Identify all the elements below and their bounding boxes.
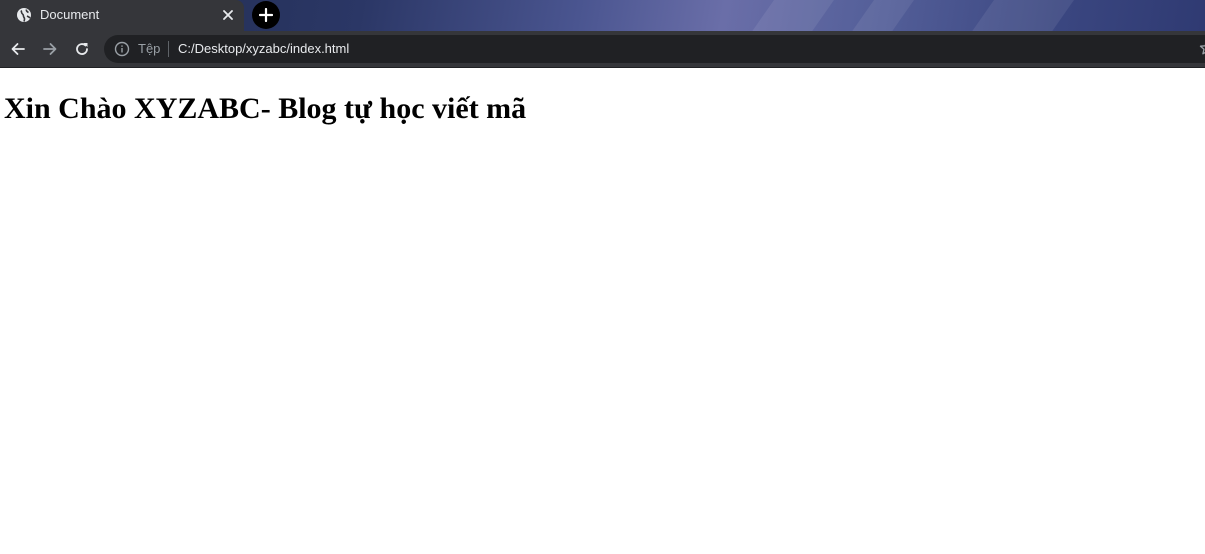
back-button[interactable] (8, 39, 28, 59)
info-icon[interactable] (114, 41, 130, 57)
globe-icon (16, 7, 32, 23)
close-icon[interactable] (219, 6, 237, 24)
site-scheme-label[interactable]: Tệp (138, 41, 160, 57)
forward-button[interactable] (40, 39, 60, 59)
new-tab-button[interactable] (252, 1, 280, 29)
background-streak (738, 0, 842, 31)
address-divider (168, 41, 169, 57)
tab-strip: Document (0, 0, 1205, 31)
reload-button[interactable] (72, 39, 92, 59)
address-bar[interactable]: Tệp C:/Desktop/xyzabc/index.html (104, 35, 1205, 63)
browser-window: Document Tệp C:/Desktop/xyzabc/index.htm… (0, 0, 1205, 554)
tab-document[interactable]: Document (0, 0, 244, 31)
reload-icon (74, 41, 90, 57)
star-icon[interactable] (1199, 40, 1205, 56)
arrow-left-icon (10, 41, 26, 57)
plus-icon (259, 8, 273, 22)
page-viewport: Xin Chào XYZABC- Blog tự học viết mã (0, 68, 1205, 554)
background-streak (958, 0, 1082, 31)
background-streak (838, 0, 922, 31)
browser-toolbar: Tệp C:/Desktop/xyzabc/index.html (0, 31, 1205, 68)
tab-title: Document (40, 7, 100, 22)
page-heading: Xin Chào XYZABC- Blog tự học viết mã (4, 92, 527, 125)
arrow-right-icon (42, 41, 58, 57)
url-text[interactable]: C:/Desktop/xyzabc/index.html (178, 41, 349, 57)
